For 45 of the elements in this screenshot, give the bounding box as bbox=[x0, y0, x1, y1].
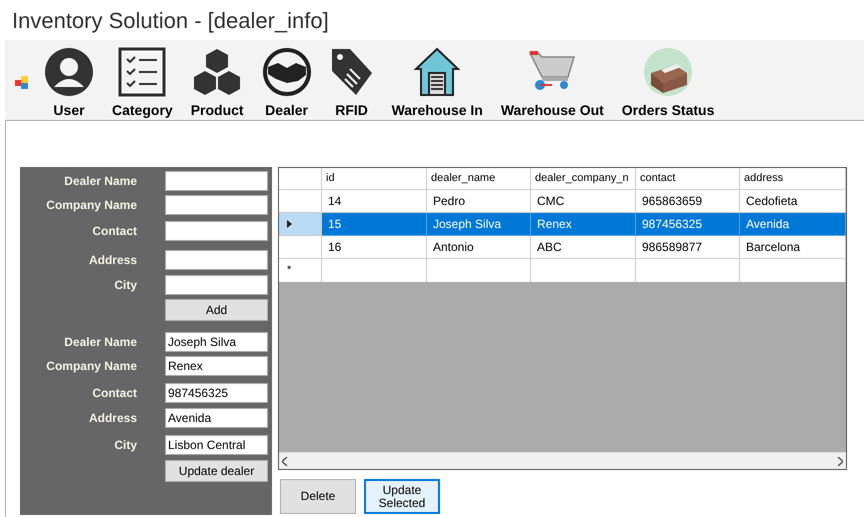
action-button[interactable]: Delete bbox=[280, 479, 356, 514]
field-label: City bbox=[114, 277, 137, 294]
toolbar-button[interactable]: Dealer bbox=[265, 100, 308, 121]
text-field[interactable] bbox=[165, 250, 268, 270]
text-field[interactable] bbox=[165, 221, 268, 241]
toolbar-button[interactable]: Category bbox=[112, 100, 173, 121]
add-button[interactable]: Add bbox=[165, 299, 268, 321]
text-field[interactable] bbox=[165, 171, 268, 191]
text-field[interactable] bbox=[165, 275, 268, 295]
toolbar-button[interactable]: Orders Status bbox=[622, 100, 714, 121]
toolbar-button[interactable]: Product bbox=[190, 100, 244, 121]
toolbar-button[interactable]: Warehouse Out bbox=[500, 100, 604, 121]
current-row-icon bbox=[287, 220, 292, 228]
toolbar-button[interactable]: RFID bbox=[335, 100, 368, 121]
row-header[interactable] bbox=[279, 213, 322, 236]
field-label: Dealer Name bbox=[64, 173, 137, 190]
text-field[interactable]: Joseph Silva bbox=[165, 332, 268, 352]
text-field[interactable]: Lisbon Central bbox=[165, 435, 268, 455]
user-icon[interactable] bbox=[44, 47, 94, 97]
toolbar-button[interactable]: Warehouse In bbox=[392, 100, 483, 121]
package-icon[interactable] bbox=[643, 47, 694, 97]
app-icon bbox=[15, 76, 29, 90]
action-button[interactable]: Update Selected bbox=[364, 479, 440, 514]
scroll-right-icon[interactable] bbox=[837, 456, 843, 466]
warehouse-icon[interactable] bbox=[413, 47, 462, 97]
field-label: Company Name bbox=[46, 358, 137, 375]
text-field[interactable] bbox=[165, 195, 268, 215]
field-label: Dealer Name bbox=[64, 334, 137, 351]
new-row-marker: * bbox=[287, 263, 292, 278]
text-field[interactable]: Avenida bbox=[165, 408, 268, 428]
field-label: City bbox=[114, 437, 137, 454]
horizontal-scrollbar[interactable] bbox=[279, 452, 846, 469]
field-label: Contact bbox=[92, 385, 137, 402]
tag-icon[interactable] bbox=[330, 47, 374, 97]
text-field[interactable]: 987456325 bbox=[165, 383, 268, 403]
field-label: Company Name bbox=[46, 197, 137, 214]
window-title: Inventory Solution - [dealer_info] bbox=[12, 6, 329, 35]
field-label: Contact bbox=[92, 223, 137, 240]
scroll-left-icon[interactable] bbox=[282, 456, 288, 466]
text-field[interactable]: Renex bbox=[165, 356, 268, 376]
field-label: Address bbox=[88, 252, 137, 269]
checklist-icon[interactable] bbox=[117, 47, 168, 97]
update-dealer-button[interactable]: Update dealer bbox=[165, 460, 268, 482]
field-label: Address bbox=[88, 410, 137, 427]
toolbar-button[interactable]: User bbox=[53, 100, 85, 121]
